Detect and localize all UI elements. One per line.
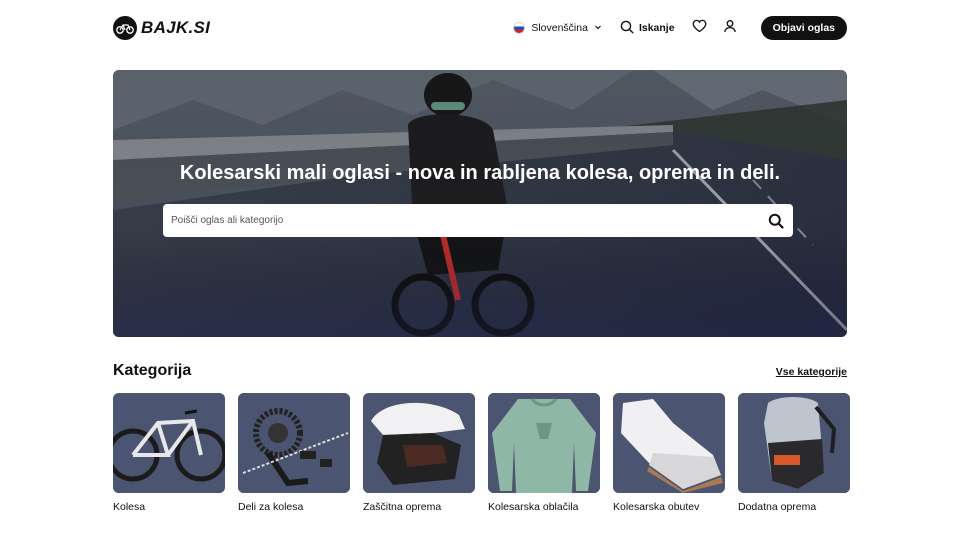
category-image-shoes	[613, 393, 725, 493]
category-card[interactable]: Dodatna oprema	[738, 393, 850, 513]
logo-text: BAJK.SI	[141, 18, 211, 37]
category-label: Kolesarska oblačila	[488, 501, 579, 513]
category-image-bikes	[113, 393, 225, 493]
language-selector[interactable]: Slovenščina	[513, 22, 602, 34]
logo[interactable]: BAJK.SI	[113, 16, 210, 40]
search-icon	[620, 20, 634, 37]
category-label: Kolesa	[113, 501, 146, 513]
slovenia-flag-icon	[513, 22, 526, 34]
category-card[interactable]: Kolesarska obutev	[613, 393, 725, 513]
categories-header: Kategorija Vse kategorije	[113, 362, 847, 380]
category-image-parts	[238, 393, 350, 493]
category-card[interactable]: Kolesarska oblačila	[488, 393, 600, 513]
account-button[interactable]	[721, 19, 739, 37]
category-label: Zaščitna oprema	[363, 501, 442, 513]
heart-icon	[692, 19, 707, 38]
search-submit-icon[interactable]	[767, 212, 785, 230]
categories-title: Kategorija	[113, 362, 192, 379]
chevron-down-icon	[594, 22, 602, 34]
language-label: Slovenščina	[531, 22, 588, 34]
category-label: Kolesarska obutev	[613, 501, 700, 513]
search-link[interactable]: Iskanje	[620, 20, 675, 37]
category-image-protection	[363, 393, 475, 493]
category-label: Dodatna oprema	[738, 501, 817, 513]
all-categories-link[interactable]: Vse kategorije	[776, 366, 847, 378]
bike-logo-icon	[113, 16, 137, 40]
category-label: Deli za kolesa	[238, 501, 304, 513]
hero-search-input[interactable]	[171, 215, 767, 226]
site-header: BAJK.SI Slovenščina Iskanje Objavi oglas	[113, 12, 847, 44]
publish-ad-button[interactable]: Objavi oglas	[760, 16, 847, 40]
hero-title: Kolesarski mali oglasi - nova in rabljen…	[179, 162, 781, 184]
category-image-accessories	[738, 393, 850, 493]
category-card[interactable]: Kolesa	[113, 393, 225, 513]
category-card[interactable]: Deli za kolesa	[238, 393, 350, 513]
categories-grid: Kolesa Deli za kolesa Zaščitna oprema Ko…	[113, 393, 850, 513]
favorites-button[interactable]	[691, 19, 709, 37]
category-card[interactable]: Zaščitna oprema	[363, 393, 475, 513]
user-icon	[723, 19, 737, 38]
hero-search-bar	[163, 204, 793, 237]
hero-banner: Kolesarski mali oglasi - nova in rabljen…	[113, 70, 847, 337]
search-link-label: Iskanje	[638, 22, 675, 34]
category-image-clothing	[488, 393, 600, 493]
